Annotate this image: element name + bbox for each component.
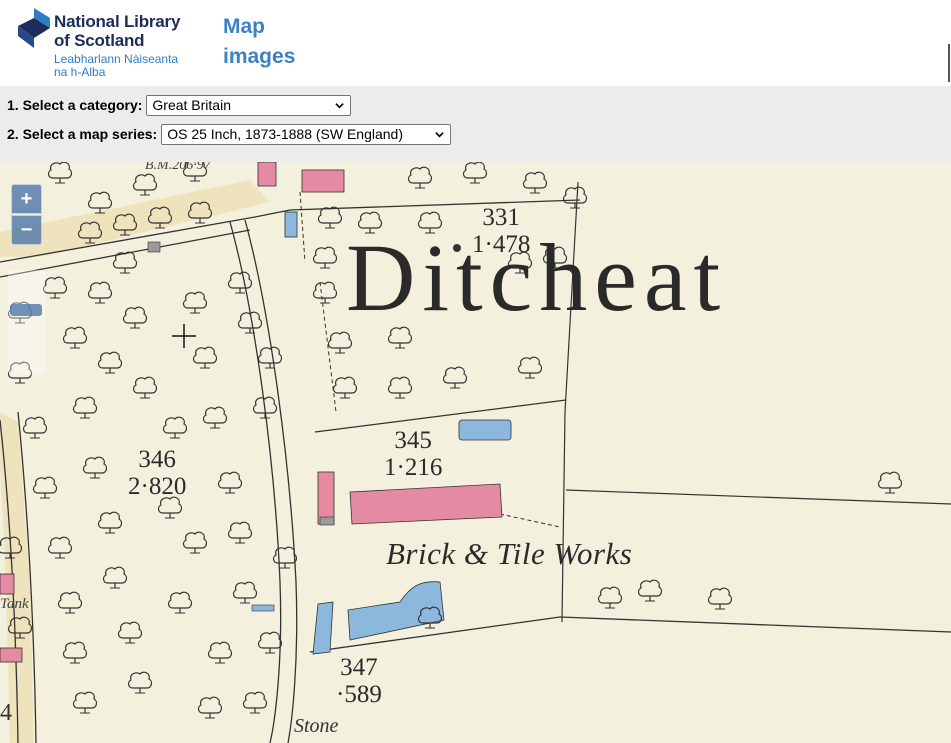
chevron-down-icon bbox=[335, 102, 345, 108]
nls-logo-icon bbox=[18, 8, 50, 48]
category-selected-value: Great Britain bbox=[152, 96, 231, 113]
logo-gaelic-line1: Leabharlann Nàiseanta bbox=[54, 52, 179, 66]
crosshair-cursor-icon bbox=[172, 324, 196, 348]
site-header: National Library of Scotland Leabharlann… bbox=[0, 0, 951, 86]
benchmark-label: B.M.206·97 bbox=[145, 162, 211, 173]
zoom-in-button[interactable]: + bbox=[11, 184, 42, 214]
logo-text-line1: National Library bbox=[54, 12, 181, 31]
edge-number-label: 4 bbox=[0, 700, 12, 726]
category-row: 1. Select a category: Great Britain bbox=[7, 94, 352, 116]
nls-logo[interactable]: National Library of Scotland Leabharlann… bbox=[16, 6, 196, 82]
parcel-346: 346 2·820 bbox=[128, 446, 186, 500]
logo-text-line2: of Scotland bbox=[54, 31, 145, 50]
tank-label: Tank bbox=[0, 596, 29, 612]
parcel-345: 345 1·216 bbox=[384, 427, 442, 481]
category-select[interactable]: Great Britain bbox=[146, 94, 352, 116]
parcel-number: 331 bbox=[482, 204, 520, 231]
category-label: 1. Select a category: bbox=[7, 97, 143, 113]
works-label: Brick & Tile Works bbox=[386, 536, 633, 571]
parcel-area: 1·478 bbox=[472, 231, 531, 258]
parcel-area: 2·820 bbox=[128, 473, 187, 500]
zoom-slider-thumb[interactable] bbox=[10, 304, 42, 316]
logo-gaelic-line2: na h-Alba bbox=[54, 65, 106, 79]
zoom-out-button[interactable]: − bbox=[11, 215, 42, 245]
header-scrollbar[interactable] bbox=[948, 44, 950, 82]
series-selected-value: OS 25 Inch, 1873-1888 (SW England) bbox=[167, 125, 404, 142]
site-title[interactable]: Map images bbox=[223, 12, 295, 72]
map-viewer[interactable]: B.M.206·97 Ditcheat 331 1·478 345 1·216 … bbox=[0, 162, 951, 743]
site-title-line1: Map bbox=[223, 15, 265, 38]
series-select[interactable]: OS 25 Inch, 1873-1888 (SW England) bbox=[161, 123, 452, 145]
site-title-line2: images bbox=[223, 45, 296, 68]
series-label: 2. Select a map series: bbox=[7, 126, 158, 142]
parcel-number: 347 bbox=[340, 654, 378, 681]
parcel-331: 331 1·478 bbox=[472, 204, 530, 258]
stone-label: Stone bbox=[294, 715, 339, 737]
parcel-347: 347 ·589 bbox=[336, 654, 382, 708]
parcel-number: 346 bbox=[138, 446, 176, 473]
parcel-number: 345 bbox=[394, 427, 432, 454]
parcel-area: ·589 bbox=[336, 681, 382, 708]
parcel-area: 1·216 bbox=[384, 454, 443, 481]
place-name-label: Ditcheat bbox=[346, 224, 728, 331]
selection-panel: 1. Select a category: Great Britain 2. S… bbox=[0, 86, 951, 162]
chevron-down-icon bbox=[435, 131, 444, 137]
series-row: 2. Select a map series: OS 25 Inch, 1873… bbox=[7, 123, 452, 145]
zoom-slider-track[interactable] bbox=[8, 270, 45, 375]
